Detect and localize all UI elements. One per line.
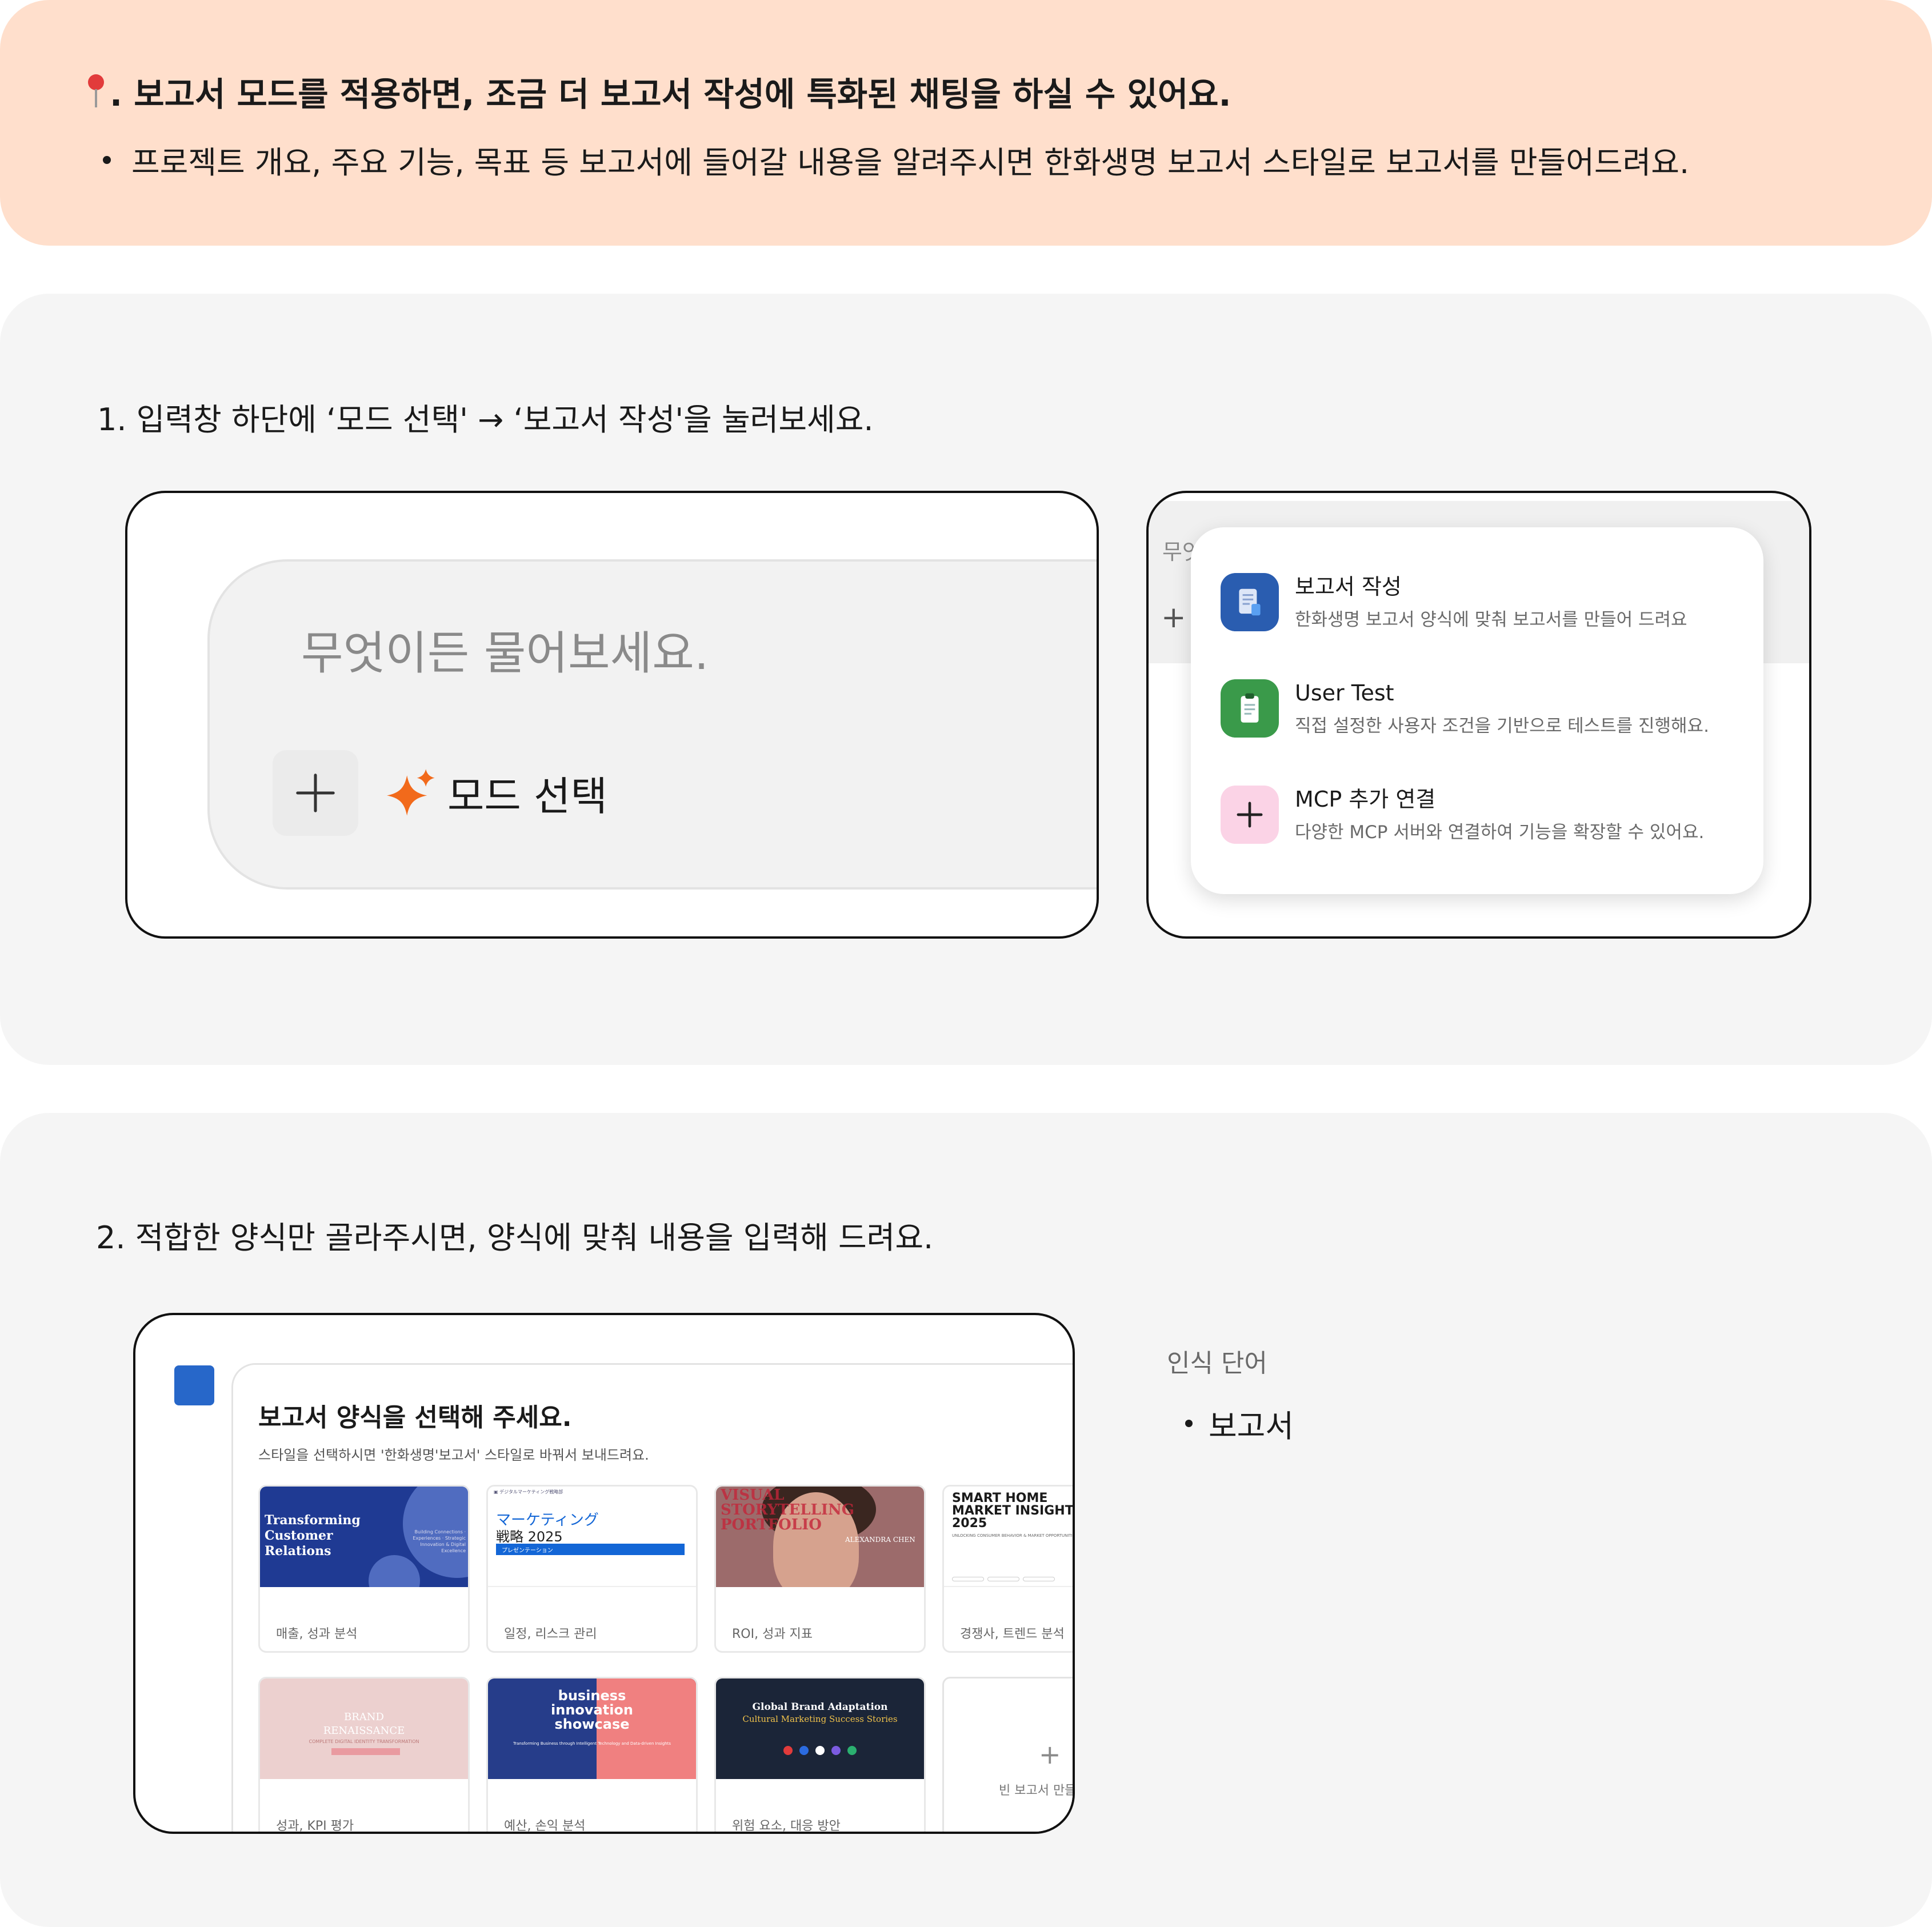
new-report-card[interactable]: + 빈 보고서 만들 (942, 1677, 1075, 1832)
template-thumbnail: Transforming Customer Relations Building… (260, 1487, 468, 1587)
bullet-icon (103, 155, 111, 164)
menu-item-desc: 직접 설정한 사용자 조건을 기반으로 테스트를 진행해요. (1295, 716, 1709, 736)
template-thumbnail: BRAND RENAISSANCE COMPLETE DIGITAL IDENT… (260, 1678, 468, 1779)
recognized-word-item: 보고서 (1185, 1401, 1294, 1446)
template-card[interactable]: BRAND RENAISSANCE COMPLETE DIGITAL IDENT… (258, 1677, 470, 1833)
menu-item-desc: 다양한 MCP 서버와 연결하여 기능을 확장할 수 있어요. (1295, 822, 1705, 843)
template-label: ROI, 성과 지표 (732, 1627, 813, 1641)
template-thumbnail: business innovation showcase Transformin… (488, 1678, 696, 1779)
plus-icon: + (1039, 1739, 1061, 1770)
menu-item-title: MCP 추가 연결 (1295, 787, 1436, 812)
template-thumbnail: SMART HOME MARKET INSIGHTS 2025 UNLOCKIN… (944, 1487, 1073, 1587)
template-label: 성과, KPI 평가 (276, 1819, 354, 1833)
template-card[interactable]: Transforming Customer Relations Building… (258, 1485, 470, 1653)
background-plus-icon: + (1161, 600, 1186, 635)
pushpin-icon (86, 73, 106, 110)
app-logo (174, 1365, 214, 1405)
plus-icon (296, 774, 335, 812)
menu-item-title: User Test (1295, 680, 1394, 706)
mode-select-button[interactable]: 모드 선택 (387, 756, 607, 830)
step2-instruction: 2. 적합한 양식만 골라주시면, 양식에 맞춰 내용을 입력해 드려요. (96, 1220, 934, 1256)
mode-menu-preview: 무엇 + 보고서 작성 한화생명 보고서 양식에 맞춰 보고서를 만들어 드려요… (1146, 491, 1811, 939)
menu-item-user-test[interactable]: User Test 직접 설정한 사용자 조건을 기반으로 테스트를 진행해요. (1221, 679, 1709, 738)
template-card[interactable]: SMART HOME MARKET INSIGHTS 2025 UNLOCKIN… (942, 1485, 1073, 1653)
template-picker: 보고서 양식을 선택해 주세요. 스타일을 선택하시면 '한화생명'보고서' 스… (231, 1363, 1075, 1833)
template-card[interactable]: ▣ デジタルマーケティング戦略部 マーケティング 戦略 2025 プレゼンテーシ… (486, 1485, 698, 1653)
picker-subtitle: 스타일을 선택하시면 '한화생명'보고서' 스타일로 바꿔서 보내드려요. (258, 1447, 649, 1463)
menu-item-mcp[interactable]: MCP 추가 연결 다양한 MCP 서버와 연결하여 기능을 확장할 수 있어요… (1221, 786, 1704, 844)
template-thumbnail: VISUAL STORYTELLING PORTFOLIO ALEXANDRA … (716, 1487, 924, 1587)
mode-select-label: 모드 선택 (447, 772, 607, 820)
menu-item-desc: 한화생명 보고서 양식에 맞춰 보고서를 만들어 드려요 (1295, 610, 1687, 630)
bullet-icon (1185, 1420, 1193, 1427)
template-label: 경쟁사, 트렌드 분석 (960, 1627, 1065, 1641)
plus-icon (1221, 786, 1279, 844)
picker-title: 보고서 양식을 선택해 주세요. (258, 1403, 572, 1432)
chat-input-placeholder: 무엇이든 물어보세요. (301, 627, 709, 680)
recognized-words-heading: 인식 단어 (1167, 1349, 1267, 1378)
template-picker-preview: 보고서 양식을 선택해 주세요. 스타일을 선택하시면 '한화생명'보고서' 스… (133, 1313, 1075, 1834)
template-card[interactable]: VISUAL STORYTELLING PORTFOLIO ALEXANDRA … (714, 1485, 926, 1653)
step1-instruction: 1. 입력창 하단에 ‘모드 선택' → ‘보고서 작성'을 눌러보세요. (97, 402, 874, 438)
recognized-word: 보고서 (1209, 1408, 1294, 1444)
template-label: 일정, 리스크 관리 (504, 1627, 597, 1641)
new-report-label: 빈 보고서 만들 (999, 1784, 1075, 1798)
template-thumbnail: ▣ デジタルマーケティング戦略部 マーケティング 戦略 2025 プレゼンテーシ… (488, 1487, 696, 1587)
menu-item-title: 보고서 작성 (1295, 574, 1402, 599)
template-label: 위험 요소, 대응 방안 (732, 1819, 841, 1833)
menu-item-report[interactable]: 보고서 작성 한화생명 보고서 양식에 맞춰 보고서를 만들어 드려요 (1221, 573, 1687, 631)
template-label: 매출, 성과 분석 (276, 1627, 358, 1641)
chat-input-box[interactable]: 무엇이든 물어보세요. 모드 선택 (207, 559, 1097, 890)
intro-banner: . 보고서 모드를 적용하면, 조금 더 보고서 작성에 특화된 채팅을 하실 … (0, 0, 1932, 246)
sparkle-icon (387, 769, 435, 816)
document-icon (1221, 573, 1279, 631)
template-card[interactable]: business innovation showcase Transformin… (486, 1677, 698, 1833)
template-label: 예산, 손익 분석 (504, 1819, 586, 1833)
clipboard-icon (1221, 679, 1279, 738)
banner-title-text: . 보고서 모드를 적용하면, 조금 더 보고서 작성에 특화된 채팅을 하실 … (110, 75, 1231, 114)
mode-dropdown-menu: 보고서 작성 한화생명 보고서 양식에 맞춰 보고서를 만들어 드려요 User… (1191, 527, 1763, 894)
banner-bullet-text: 프로젝트 개요, 주요 기능, 목표 등 보고서에 들어갈 내용을 알려주시면 … (131, 145, 1690, 181)
template-card[interactable]: Global Brand Adaptation Cultural Marketi… (714, 1677, 926, 1833)
banner-title: . 보고서 모드를 적용하면, 조금 더 보고서 작성에 특화된 채팅을 하실 … (86, 67, 1231, 115)
template-thumbnail: Global Brand Adaptation Cultural Marketi… (716, 1678, 924, 1779)
banner-bullet: 프로젝트 개요, 주요 기능, 목표 등 보고서에 들어갈 내용을 알려주시면 … (103, 137, 1689, 182)
chat-input-preview: 무엇이든 물어보세요. 모드 선택 (125, 491, 1099, 939)
attach-button[interactable] (273, 750, 358, 836)
